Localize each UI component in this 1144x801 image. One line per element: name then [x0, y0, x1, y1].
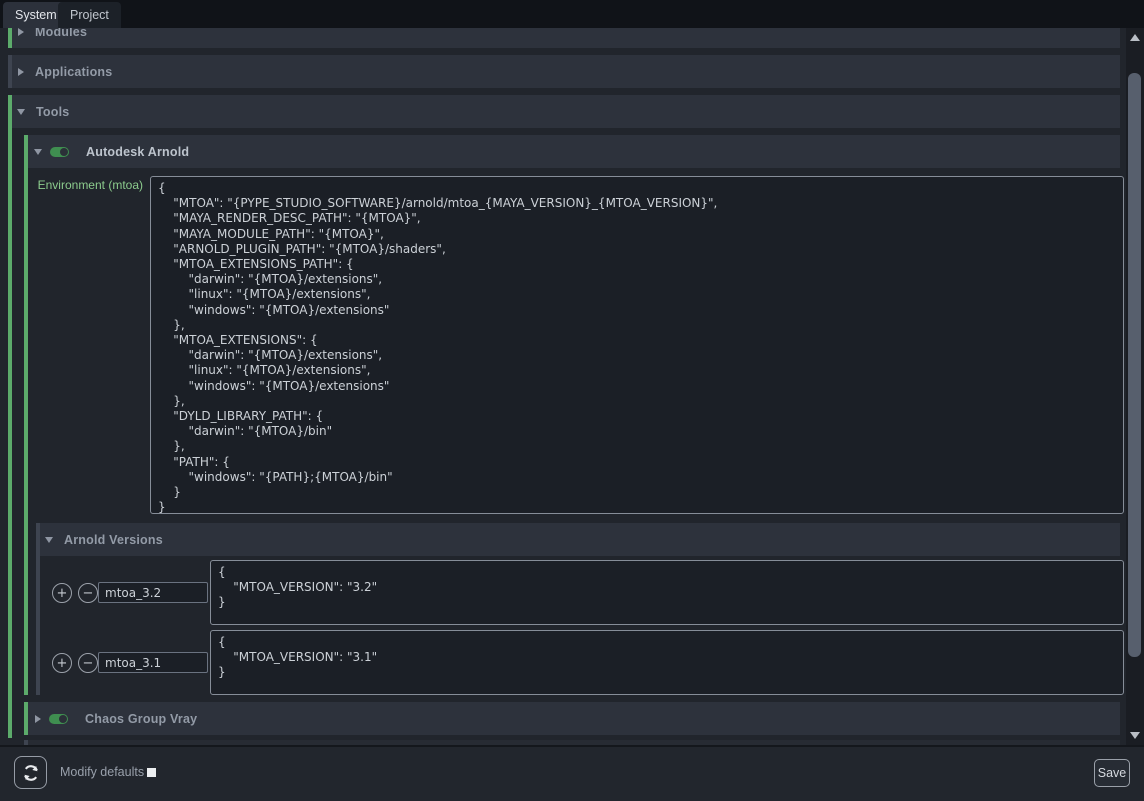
environment-mtoa-label: Environment (mtoa)	[20, 178, 143, 192]
environment-mtoa-editor[interactable]: { "MTOA": "{PYPE_STUDIO_SOFTWARE}/arnold…	[150, 176, 1124, 514]
section-label: Applications	[35, 65, 112, 79]
vertical-scrollbar[interactable]	[1126, 28, 1144, 745]
expanded-arrow-icon	[45, 537, 53, 543]
arnold-section-border	[24, 135, 28, 695]
section-header-tools[interactable]: Tools	[12, 95, 1120, 128]
expanded-arrow-icon	[17, 109, 25, 115]
collapsed-arrow-icon	[35, 715, 41, 723]
scroll-down-button[interactable]	[1126, 728, 1144, 743]
modified-marker-icon	[147, 768, 156, 777]
refresh-icon	[22, 764, 40, 782]
collapsed-arrow-icon	[18, 68, 24, 76]
version-key-input[interactable]	[98, 652, 208, 673]
section-header-applications[interactable]: Applications	[12, 55, 1120, 88]
section-label: Autodesk Arnold	[86, 145, 189, 159]
settings-scroll-area: Modules Applications Tools Autodesk Arno…	[0, 28, 1144, 745]
version-key-input[interactable]	[98, 582, 208, 603]
expanded-arrow-icon	[34, 149, 42, 155]
remove-version-button[interactable]: −	[78, 583, 98, 603]
arnold-enabled-toggle[interactable]	[50, 147, 69, 157]
modify-defaults-label: Modify defaults	[60, 765, 144, 779]
tab-bar: System Project	[0, 0, 1144, 28]
add-version-button[interactable]: +	[52, 653, 72, 673]
add-version-button[interactable]: +	[52, 583, 72, 603]
vray-enabled-toggle[interactable]	[49, 714, 68, 724]
section-label: Chaos Group Vray	[85, 712, 197, 726]
section-header-arnold-versions[interactable]: Arnold Versions	[40, 523, 1120, 556]
section-label: Arnold Versions	[64, 533, 163, 547]
section-label: Tools	[36, 105, 69, 119]
section-header-modules[interactable]: Modules	[12, 28, 1120, 48]
section-header-autodesk-arnold[interactable]: Autodesk Arnold	[28, 135, 1120, 168]
version-value-editor[interactable]: { "MTOA_VERSION": "3.2" }	[210, 560, 1124, 625]
save-button[interactable]: Save	[1094, 759, 1130, 787]
scroll-up-button[interactable]	[1126, 30, 1144, 45]
arrow-up-icon	[1130, 34, 1140, 41]
toggle-knob-icon	[60, 148, 68, 156]
version-value-editor[interactable]: { "MTOA_VERSION": "3.1" }	[210, 630, 1124, 695]
section-header-chaos-group-vray[interactable]: Chaos Group Vray	[28, 702, 1120, 735]
remove-version-button[interactable]: −	[78, 653, 98, 673]
settings-window: System Project Modules Applications Tool…	[0, 0, 1144, 801]
footer-bar: Modify defaults Save	[0, 747, 1144, 801]
tools-section-border	[8, 95, 12, 738]
scrollbar-thumb[interactable]	[1128, 73, 1141, 657]
collapsed-arrow-icon	[18, 28, 24, 36]
refresh-button[interactable]	[14, 756, 47, 789]
toggle-knob-icon	[59, 715, 67, 723]
tab-project[interactable]: Project	[58, 2, 121, 28]
section-label: Modules	[35, 28, 87, 39]
arrow-down-icon	[1130, 732, 1140, 739]
